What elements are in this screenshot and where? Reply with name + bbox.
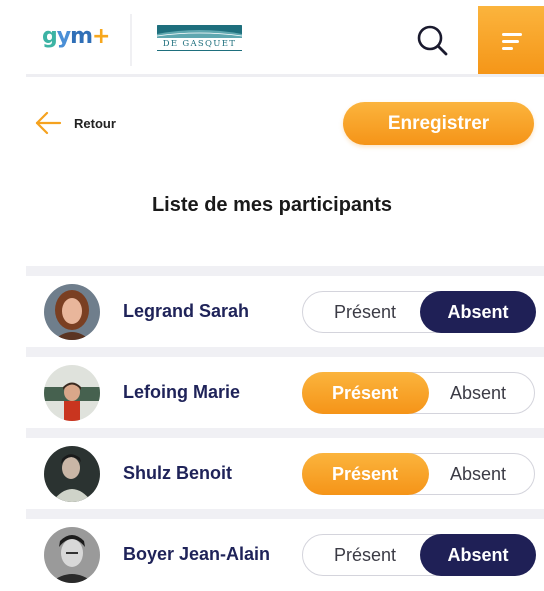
page-title: Liste de mes participants bbox=[151, 194, 393, 216]
participant-row: Shulz Benoit Présent Absent bbox=[26, 438, 544, 509]
attendance-toggle: Présent Absent bbox=[302, 290, 536, 333]
de-gasquet-logo: DE GASQUET bbox=[157, 25, 242, 51]
participant-avatar bbox=[44, 365, 100, 421]
de-gasquet-wordmark: DE GASQUET bbox=[157, 39, 242, 51]
present-option[interactable]: Présent bbox=[301, 452, 429, 495]
save-button[interactable]: Enregistrer bbox=[343, 102, 534, 145]
attendance-toggle: Présent Absent bbox=[301, 371, 536, 414]
participant-row: Boyer Jean-Alain Présent Absent bbox=[26, 519, 544, 590]
list-separator bbox=[26, 266, 544, 276]
participant-name: Legrand Sarah bbox=[123, 301, 250, 321]
participant-name: Boyer Jean-Alain bbox=[123, 544, 271, 564]
attendance-toggle: Présent Absent bbox=[302, 533, 536, 576]
absent-option[interactable]: Absent bbox=[420, 533, 536, 576]
list-separator bbox=[26, 428, 544, 438]
list-separator bbox=[26, 347, 544, 357]
attendance-toggle: Présent Absent bbox=[301, 452, 536, 495]
gym-plus-logo[interactable]: gym+ bbox=[42, 24, 110, 49]
participant-row: Lefoing Marie Présent Absent bbox=[26, 357, 544, 428]
list-separator bbox=[26, 509, 544, 519]
search-icon bbox=[417, 25, 448, 56]
present-option[interactable]: Présent bbox=[301, 371, 429, 414]
participant-row: Legrand Sarah Présent Absent bbox=[26, 276, 544, 347]
participant-name: Shulz Benoit bbox=[123, 463, 232, 483]
absent-option[interactable]: Absent bbox=[420, 372, 536, 414]
back-button[interactable]: Retour bbox=[34, 108, 116, 138]
participant-avatar bbox=[44, 446, 100, 502]
participant-name: Lefoing Marie bbox=[123, 382, 241, 402]
absent-option[interactable]: Absent bbox=[420, 290, 536, 333]
search-button[interactable] bbox=[414, 22, 450, 58]
header-divider bbox=[26, 74, 544, 77]
present-option[interactable]: Présent bbox=[302, 534, 429, 576]
menu-button[interactable] bbox=[478, 6, 544, 74]
menu-icon bbox=[502, 33, 522, 36]
logo-divider bbox=[130, 14, 132, 66]
arrow-left-icon bbox=[35, 111, 62, 135]
participant-avatar bbox=[44, 284, 100, 340]
absent-option[interactable]: Absent bbox=[420, 453, 536, 495]
present-option[interactable]: Présent bbox=[302, 291, 429, 333]
back-label: Retour bbox=[74, 115, 116, 131]
de-gasquet-emblem bbox=[157, 25, 242, 38]
app-header: gym+ DE GASQUET bbox=[0, 0, 544, 76]
participant-avatar bbox=[44, 527, 100, 583]
